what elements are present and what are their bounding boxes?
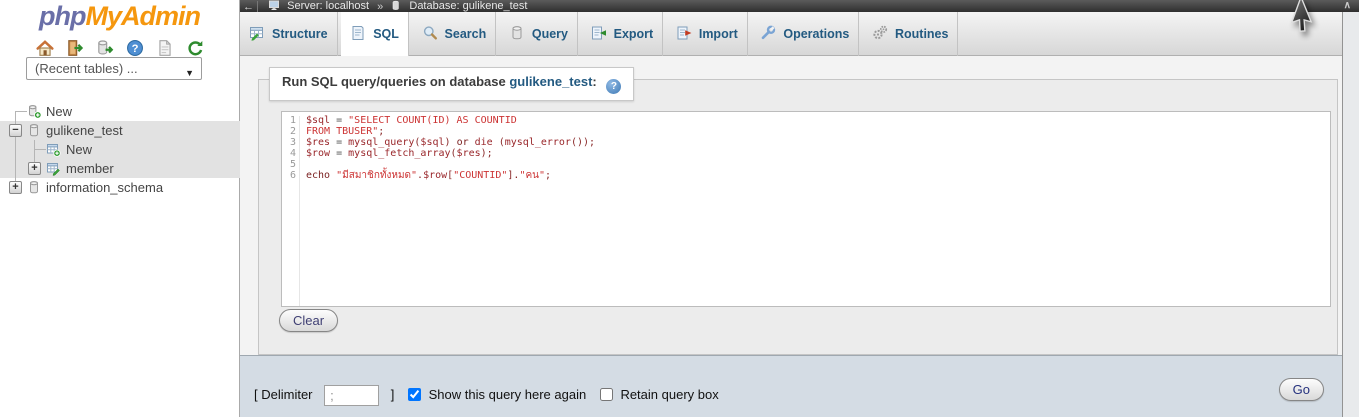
- bracket-close: ]: [390, 387, 395, 402]
- go-button[interactable]: Go: [1278, 378, 1324, 401]
- database-new-icon: [27, 104, 42, 119]
- collapse-arrow-icon[interactable]: ∧: [1344, 0, 1351, 12]
- query-options-bar: [ Delimiter ] Show this query here again…: [240, 355, 1342, 417]
- tree-item-new-table[interactable]: New: [0, 140, 240, 159]
- sql-editor[interactable]: 123456 $sql = "SELECT COUNT(ID) AS COUNT…: [281, 111, 1331, 307]
- breadcrumb-separator: »: [377, 1, 384, 12]
- table-icon: [46, 161, 61, 176]
- svg-text:?: ?: [131, 43, 138, 55]
- sql-icon: [352, 26, 364, 40]
- editor-code[interactable]: $sql = "SELECT COUNT(ID) AS COUNTID FROM …: [300, 115, 1330, 306]
- sql-query-fieldset: Run SQL query/queries on database gulike…: [258, 67, 1338, 355]
- expand-expander[interactable]: +: [9, 181, 22, 194]
- tab-label: Import: [698, 27, 738, 41]
- delimiter-input[interactable]: [324, 385, 380, 407]
- tab-label: Structure: [272, 27, 328, 41]
- tree-item-label: information_schema: [46, 180, 164, 195]
- recent-tables-value: (Recent tables) ...: [35, 61, 138, 76]
- retain-query-label: Retain query box: [620, 387, 719, 402]
- tree-item-label: New: [46, 104, 73, 119]
- tab-query[interactable]: Query: [500, 12, 578, 56]
- show-query-label: Show this query here again: [428, 387, 587, 402]
- breadcrumb-database[interactable]: Database: gulikene_test: [409, 0, 527, 12]
- operations-icon: [762, 25, 776, 40]
- server-icon: [269, 0, 280, 11]
- database-tree: New − gulikene_test New + member + infor…: [0, 102, 240, 197]
- tab-label: Export: [613, 27, 654, 41]
- breadcrumb-bar: ← Server: localhost » Database: gulikene…: [240, 0, 1359, 12]
- tab-label: Query: [531, 27, 568, 41]
- breadcrumb-server[interactable]: Server: localhost: [287, 0, 369, 12]
- main-area: ← Server: localhost » Database: gulikene…: [240, 0, 1359, 417]
- content-panel: Structure SQL Search Query Export Import…: [240, 12, 1343, 417]
- logo-myadmin: MyAdmin: [85, 1, 200, 31]
- tab-routines[interactable]: Routines: [863, 12, 959, 56]
- tab-import[interactable]: Import: [667, 12, 748, 56]
- help-icon[interactable]: ?: [606, 79, 622, 94]
- export-icon: [591, 26, 606, 40]
- tree-item-label: gulikene_test: [46, 123, 123, 138]
- tab-export[interactable]: Export: [582, 12, 664, 56]
- sidebar-nav-icons: ?: [0, 38, 239, 58]
- table-new-icon: [46, 142, 61, 157]
- documentation-icon[interactable]: ?: [126, 39, 144, 57]
- routines-icon: [873, 25, 888, 40]
- sql-query-legend: Run SQL query/queries on database gulike…: [269, 67, 635, 101]
- database-icon: [27, 180, 42, 195]
- tree-item-gulikene-test[interactable]: − gulikene_test: [0, 121, 240, 140]
- reload-icon[interactable]: [186, 39, 204, 57]
- back-arrow[interactable]: ←: [240, 1, 258, 12]
- editor-gutter: 123456: [282, 115, 300, 306]
- tree-item-member[interactable]: + member: [0, 159, 240, 178]
- tab-label: Routines: [894, 27, 949, 41]
- tab-search[interactable]: Search: [413, 12, 497, 56]
- tree-item-new-database[interactable]: New: [0, 102, 240, 121]
- phpmyadmin-logo: phpMyAdmin: [0, 0, 239, 32]
- legend-text: Run SQL query/queries on database: [282, 74, 510, 89]
- tree-item-information-schema[interactable]: + information_schema: [0, 178, 240, 197]
- logout-icon[interactable]: [66, 39, 84, 57]
- database-icon: [391, 0, 402, 11]
- database-icon: [27, 123, 42, 138]
- tab-label: Search: [444, 27, 487, 41]
- tab-bar: Structure SQL Search Query Export Import…: [240, 12, 1342, 56]
- tab-label: SQL: [373, 27, 399, 41]
- clear-button[interactable]: Clear: [279, 309, 339, 332]
- import-icon: [677, 26, 692, 40]
- sidebar: phpMyAdmin ? (Recent tables) ... ▼ New −…: [0, 0, 240, 417]
- legend-database-link[interactable]: gulikene_test: [509, 74, 592, 89]
- recent-tables-select[interactable]: (Recent tables) ... ▼: [26, 57, 202, 80]
- tab-operations[interactable]: Operations: [751, 12, 860, 56]
- structure-icon: [250, 27, 263, 41]
- delimiter-label: [ Delimiter: [254, 387, 313, 402]
- home-icon[interactable]: [35, 39, 54, 57]
- search-icon: [423, 26, 437, 40]
- retain-query-checkbox[interactable]: [599, 388, 613, 401]
- tab-label: Operations: [783, 27, 850, 41]
- sql-window-icon[interactable]: [96, 39, 114, 57]
- tab-sql[interactable]: SQL: [341, 12, 409, 56]
- tree-item-label: New: [66, 142, 93, 157]
- dropdown-caret-icon: ▼: [185, 68, 194, 78]
- tab-structure[interactable]: Structure: [240, 12, 338, 56]
- collapse-expander[interactable]: −: [9, 124, 22, 137]
- mysql-docs-icon[interactable]: [156, 39, 174, 57]
- tree-item-label: member: [66, 161, 114, 176]
- logo-php: php: [39, 1, 86, 31]
- query-icon: [512, 26, 522, 40]
- expand-expander[interactable]: +: [28, 162, 41, 175]
- show-query-checkbox[interactable]: [408, 388, 422, 401]
